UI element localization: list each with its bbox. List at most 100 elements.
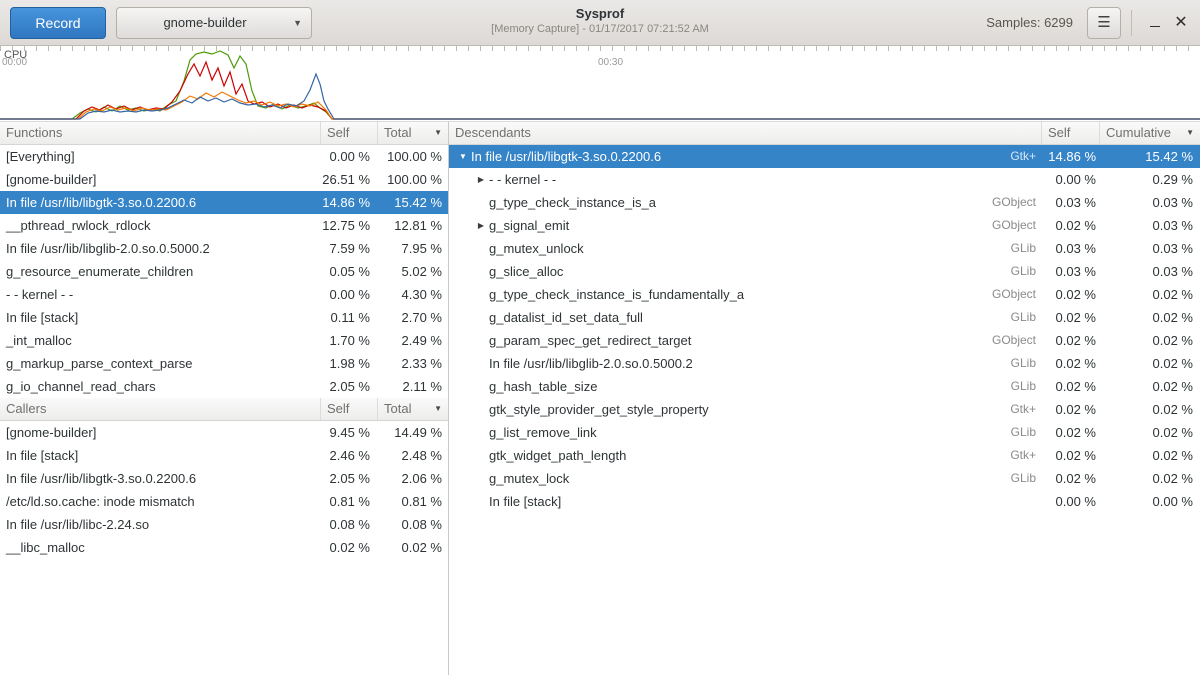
self-percent: 9.45 % [321,421,378,444]
table-row[interactable]: ▶- - kernel - -0.00 %0.29 % [449,168,1200,191]
table-row[interactable]: __pthread_rwlock_rdlock12.75 %12.81 % [0,214,448,237]
self-percent: 0.02 % [1042,444,1100,467]
table-row[interactable]: [Everything]0.00 %100.00 % [0,145,448,168]
table-row[interactable]: g_list_remove_linkGLib0.02 %0.02 % [449,421,1200,444]
table-row[interactable]: In file [stack]0.11 %2.70 % [0,306,448,329]
column-header-descendants[interactable]: Descendants [449,122,1042,144]
category-label: GLib [974,467,1036,490]
table-row[interactable]: g_markup_parse_context_parse1.98 %2.33 % [0,352,448,375]
self-percent: 1.98 % [321,352,378,375]
table-row[interactable]: In file /usr/lib/libgtk-3.so.0.2200.62.0… [0,467,448,490]
table-row[interactable]: g_hash_table_sizeGLib0.02 %0.02 % [449,375,1200,398]
table-row[interactable]: g_param_spec_get_redirect_targetGObject0… [449,329,1200,352]
function-name: [Everything] [0,145,321,168]
total-percent: 0.02 % [1100,375,1200,398]
column-header-total[interactable]: Total ▼ [378,122,448,144]
expander-icon[interactable]: ▶ [473,214,489,237]
function-name: g_mutex_lock [489,467,974,490]
table-row[interactable]: ▶g_signal_emitGObject0.02 %0.03 % [449,214,1200,237]
category-label: GLib [974,237,1036,260]
table-row[interactable]: gtk_style_provider_get_style_propertyGtk… [449,398,1200,421]
table-row[interactable]: g_type_check_instance_is_aGObject0.03 %0… [449,191,1200,214]
table-row[interactable]: g_slice_allocGLib0.03 %0.03 % [449,260,1200,283]
self-percent: 2.46 % [321,444,378,467]
table-row[interactable]: In file [stack]2.46 %2.48 % [0,444,448,467]
column-header-functions[interactable]: Functions [0,122,321,144]
callers-table-header: Callers Self Total ▼ [0,398,448,421]
column-header-callers[interactable]: Callers [0,398,321,420]
table-row[interactable]: g_resource_enumerate_children0.05 %5.02 … [0,260,448,283]
column-header-self[interactable]: Self [321,122,378,144]
table-row[interactable]: [gnome-builder]26.51 %100.00 % [0,168,448,191]
column-header-total[interactable]: Total ▼ [378,398,448,420]
cpu-graph[interactable]: CPU 00:00 00:30 [0,46,1200,122]
function-name: In file /usr/lib/libglib-2.0.so.0.5000.2 [489,352,974,375]
function-name: g_signal_emit [489,214,974,237]
table-row[interactable]: _int_malloc1.70 %2.49 % [0,329,448,352]
target-dropdown[interactable]: gnome-builder ▼ [116,7,312,39]
minimize-button[interactable] [1142,8,1168,38]
menu-button[interactable]: ☰ [1087,7,1121,39]
self-percent: 0.02 % [1042,352,1100,375]
record-button[interactable]: Record [10,7,106,39]
table-row[interactable]: g_mutex_lockGLib0.02 %0.02 % [449,467,1200,490]
total-percent: 0.02 % [1100,352,1200,375]
table-row[interactable]: In file /usr/lib/libgtk-3.so.0.2200.614.… [0,191,448,214]
table-row[interactable]: g_mutex_unlockGLib0.03 %0.03 % [449,237,1200,260]
cpu-series-green [0,51,1200,119]
table-row[interactable]: - - kernel - -0.00 %4.30 % [0,283,448,306]
function-name: In file [stack] [0,306,321,329]
close-icon: ✕ [1174,14,1187,31]
table-row[interactable]: In file /usr/lib/libglib-2.0.so.0.5000.2… [449,352,1200,375]
category-label [974,168,1036,191]
table-row[interactable]: In file /usr/lib/libglib-2.0.so.0.5000.2… [0,237,448,260]
function-name: g_type_check_instance_is_a [489,191,974,214]
tree-indent [455,352,473,375]
function-name: - - kernel - - [0,283,321,306]
total-percent: 0.03 % [1100,260,1200,283]
table-row[interactable]: ▼In file /usr/lib/libgtk-3.so.0.2200.6Gt… [449,145,1200,168]
functions-table-header: Functions Self Total ▼ [0,122,448,145]
close-button[interactable]: ✕ [1168,8,1194,38]
expander-spacer [473,306,489,329]
cpu-usage-chart [0,46,1200,122]
minimize-icon [1150,15,1160,27]
total-percent: 2.49 % [378,329,448,352]
target-dropdown-label: gnome-builder [163,15,246,30]
tree-indent [455,444,473,467]
table-row[interactable]: gtk_widget_path_lengthGtk+0.02 %0.02 % [449,444,1200,467]
total-percent: 2.70 % [378,306,448,329]
total-percent: 2.48 % [378,444,448,467]
table-row[interactable]: /etc/ld.so.cache: inode mismatch0.81 %0.… [0,490,448,513]
function-name: gtk_widget_path_length [489,444,974,467]
self-percent: 7.59 % [321,237,378,260]
self-percent: 12.75 % [321,214,378,237]
table-row[interactable]: In file [stack]0.00 %0.00 % [449,490,1200,513]
table-row[interactable]: g_datalist_id_set_data_fullGLib0.02 %0.0… [449,306,1200,329]
callers-table-body: [gnome-builder]9.45 %14.49 %In file [sta… [0,421,448,559]
table-row[interactable]: In file /usr/lib/libc-2.24.so0.08 %0.08 … [0,513,448,536]
column-header-total-label: Total [384,122,411,144]
expander-icon[interactable]: ▼ [455,145,471,168]
function-name: __pthread_rwlock_rdlock [0,214,321,237]
column-header-cumulative[interactable]: Cumulative ▼ [1100,122,1200,144]
table-row[interactable]: g_io_channel_read_chars2.05 %2.11 % [0,375,448,398]
category-label: GObject [974,214,1036,237]
category-label: GLib [974,421,1036,444]
hamburger-icon: ☰ [1097,14,1110,31]
total-percent: 0.03 % [1100,214,1200,237]
tree-indent [455,421,473,444]
function-name: gtk_style_provider_get_style_property [489,398,974,421]
table-row[interactable]: g_type_check_instance_is_fundamentally_a… [449,283,1200,306]
column-header-self[interactable]: Self [321,398,378,420]
self-percent: 0.05 % [321,260,378,283]
function-name: g_datalist_id_set_data_full [489,306,974,329]
table-row[interactable]: [gnome-builder]9.45 %14.49 % [0,421,448,444]
expander-icon[interactable]: ▶ [473,168,489,191]
self-percent: 1.70 % [321,329,378,352]
self-percent: 14.86 % [321,191,378,214]
table-row[interactable]: __libc_malloc0.02 %0.02 % [0,536,448,559]
column-header-self[interactable]: Self [1042,122,1100,144]
total-percent: 0.81 % [378,490,448,513]
total-percent: 4.30 % [378,283,448,306]
